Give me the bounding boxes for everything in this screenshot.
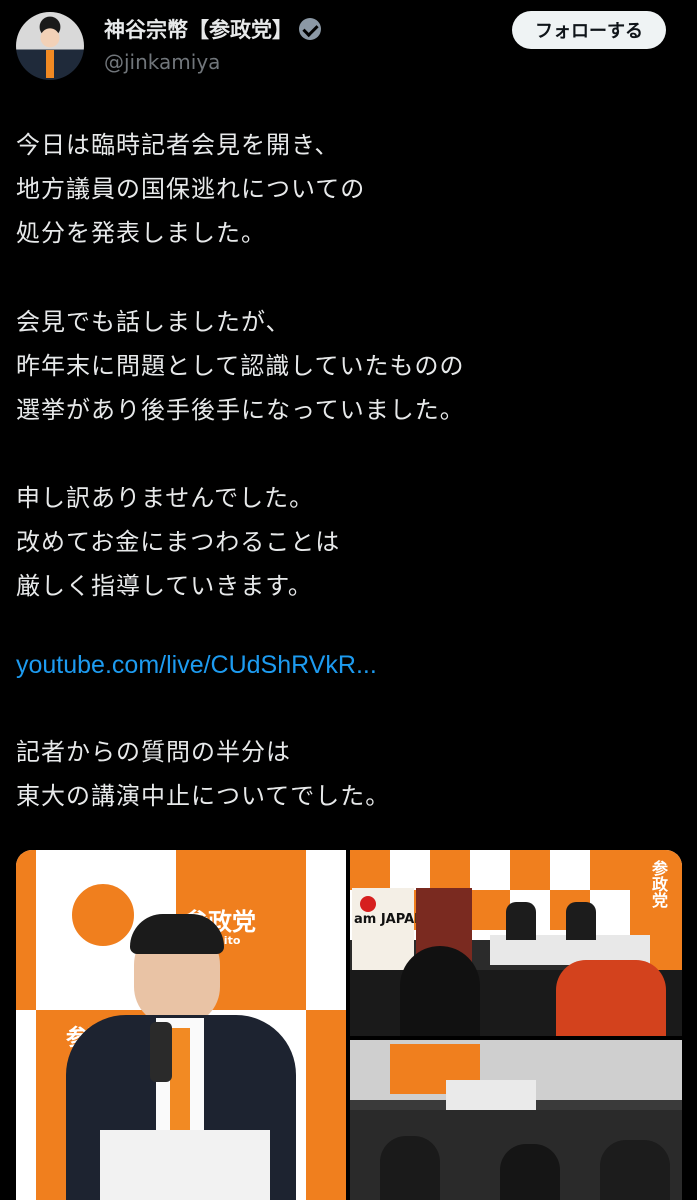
banner-text: am JAPAN [354, 912, 426, 927]
author-handle[interactable]: @jinkamiya [104, 50, 220, 74]
tweet-line: 申し訳ありませんでした。 [16, 484, 315, 512]
photo-press-room[interactable]: 参政党 am JAPAN [350, 850, 682, 1036]
tweet-line: 昨年末に問題として認識していたものの [16, 352, 465, 380]
author-name[interactable]: 神谷宗幣【参政党】 [104, 14, 293, 44]
follow-button[interactable]: フォローする [512, 11, 666, 49]
media-grid: 参政党 sanseito 参政党 参政党 am JAPAN [16, 850, 682, 1200]
verified-badge-icon [299, 18, 321, 40]
tweet-line: 選挙があり後手後手になっていました。 [16, 396, 465, 424]
tweet-line: 改めてお金にまつわることは [16, 528, 341, 556]
tweet-header: 神谷宗幣【参政党】 @jinkamiya フォローする [0, 0, 697, 100]
photo-wide-room[interactable] [350, 1040, 682, 1200]
author-avatar[interactable] [16, 12, 84, 80]
tweet-line: 会見でも話しましたが、 [16, 308, 291, 336]
tweet-line: 東大の講演中止についてでした。 [16, 782, 391, 810]
tweet-line: 記者からの質問の半分は [16, 738, 291, 766]
tweet-line: 処分を発表しました。 [16, 219, 266, 247]
photo-speaker[interactable]: 参政党 sanseito 参政党 [16, 850, 346, 1200]
tweet-line: 厳しく指導していきます。 [16, 572, 313, 600]
side-logo: 参政党 [649, 860, 668, 908]
author-name-row[interactable]: 神谷宗幣【参政党】 [104, 14, 321, 44]
tweet-line: 地方議員の国保逃れについての [16, 175, 366, 203]
youtube-link[interactable]: youtube.com/live/CUdShRVkR... [16, 648, 377, 682]
tweet-line: 今日は臨時記者会見を開き、 [16, 131, 340, 159]
